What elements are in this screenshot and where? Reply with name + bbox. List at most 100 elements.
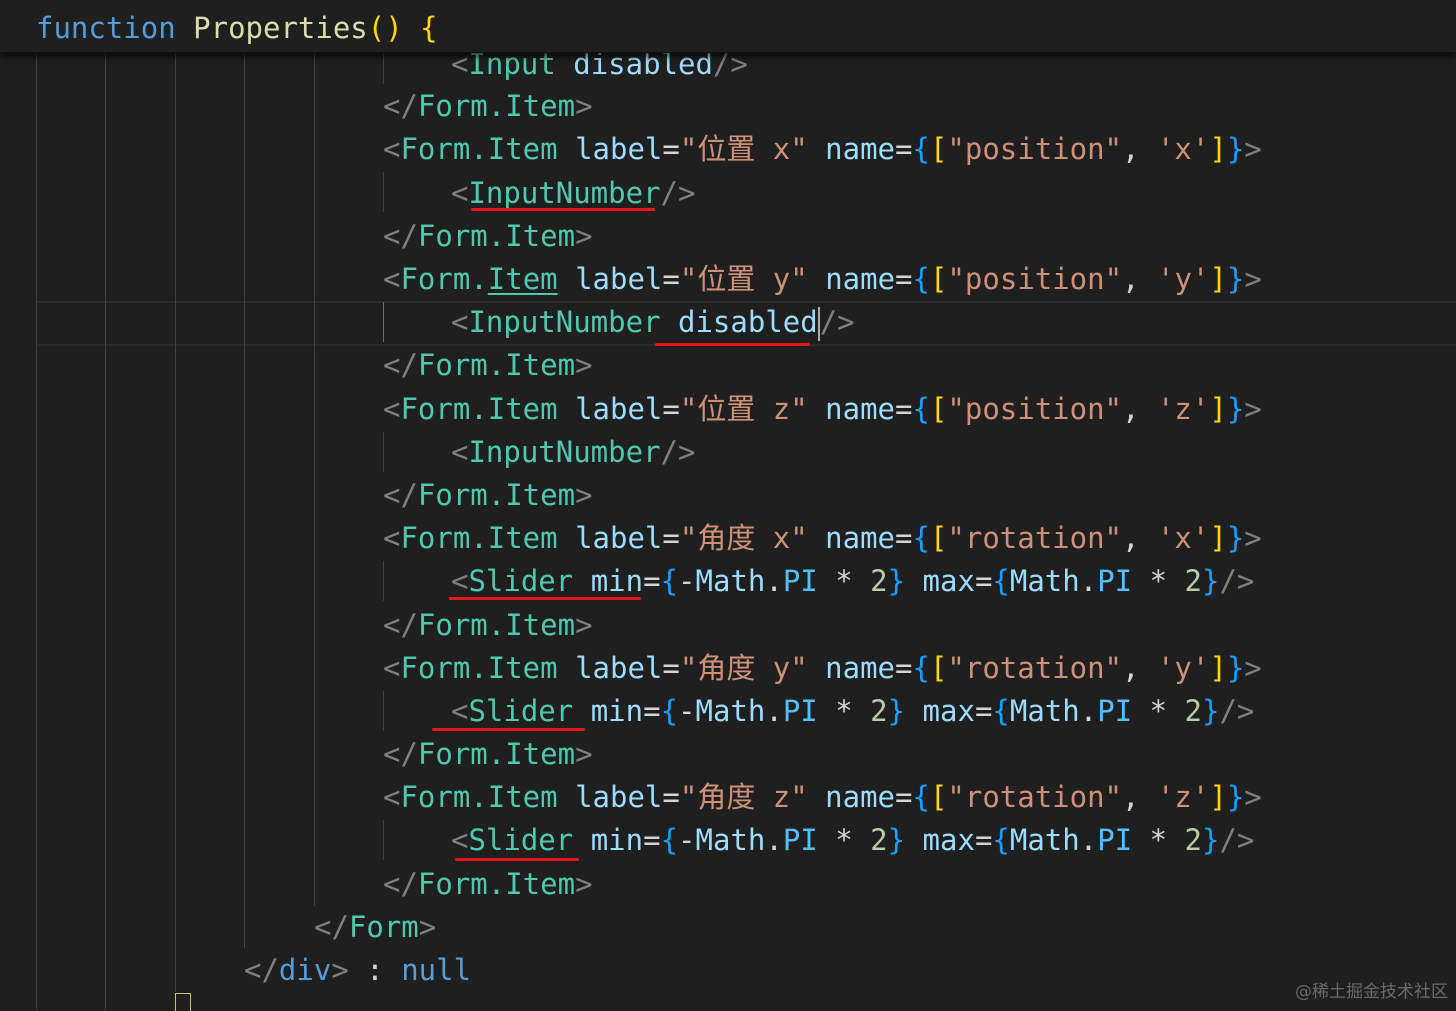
code-token: label	[575, 262, 663, 296]
code-token: name	[825, 651, 896, 685]
code-token: >	[575, 737, 593, 771]
code-token: -	[678, 564, 696, 598]
code-token: ]	[1209, 262, 1227, 296]
code-token: Math	[695, 694, 766, 728]
code-token: Form.Item	[417, 608, 576, 642]
code-token: name	[825, 262, 896, 296]
code-token: PI	[1097, 564, 1133, 598]
code-token: {	[912, 780, 930, 814]
code-token: <	[451, 823, 469, 857]
code-token: {	[992, 694, 1010, 728]
annotation-underline	[455, 858, 579, 861]
code-token: .	[1079, 694, 1098, 728]
code-token: PI	[782, 564, 818, 598]
code-line[interactable]: </Form.Item>	[383, 216, 593, 256]
code-token: name	[825, 132, 896, 166]
code-line[interactable]: </Form.Item>	[383, 475, 593, 515]
annotation-underline	[432, 728, 585, 731]
code-token: Math	[695, 564, 766, 598]
code-token: Form.Item	[417, 348, 576, 382]
item-link[interactable]: Item	[488, 262, 558, 296]
code-token: .	[1079, 564, 1098, 598]
code-token: <	[383, 780, 401, 814]
code-token: min	[590, 823, 644, 857]
code-line[interactable]: </div> : null	[244, 950, 471, 990]
code-token: "位置 z"	[679, 392, 808, 426]
code-line[interactable]: <Form.Item label="位置 y" name={["position…	[383, 259, 1262, 299]
code-token: </	[383, 89, 418, 123]
code-token: >	[575, 348, 593, 382]
sticky-scroll-header[interactable]: function Properties() {	[0, 0, 1456, 53]
code-line[interactable]: <Slider min={-Math.PI * 2} max={Math.PI …	[451, 561, 1254, 601]
annotation-underline	[471, 208, 655, 211]
code-token: "position"	[947, 392, 1123, 426]
code-token: InputNumber	[468, 435, 661, 469]
code-token: />	[1219, 564, 1255, 598]
code-token: =	[895, 392, 913, 426]
code-token: [	[929, 651, 948, 685]
code-token: </	[314, 910, 349, 944]
code-token: "position"	[947, 132, 1123, 166]
code-token: =	[643, 564, 661, 598]
code-editor[interactable]: function Properties() { <Input disabled/…	[0, 0, 1456, 1011]
code-token: PI	[1097, 823, 1133, 857]
code-line[interactable]: <Slider min={-Math.PI * 2} max={Math.PI …	[451, 820, 1254, 860]
code-token: 'y'	[1156, 651, 1210, 685]
code-line-current[interactable]: <InputNumber disabled/>	[451, 302, 855, 342]
code-token: 2	[1184, 694, 1202, 728]
code-token: Slider	[468, 564, 574, 598]
code-line[interactable]: <Form.Item label="角度 x" name={["rotation…	[383, 518, 1262, 558]
code-line[interactable]: <Form.Item label="角度 z" name={["rotation…	[383, 777, 1262, 817]
function-signature-line: function Properties() {	[36, 8, 438, 48]
code-line[interactable]: </Form.Item>	[383, 864, 593, 904]
code-token: {	[660, 564, 679, 598]
code-token: />	[660, 435, 696, 469]
code-line[interactable]: <InputNumber/>	[451, 432, 695, 472]
code-token: }	[887, 694, 906, 728]
code-token: "角度 x"	[679, 521, 808, 555]
code-token: ]	[1209, 392, 1227, 426]
code-token: >	[1244, 392, 1262, 426]
code-token: max	[922, 564, 975, 598]
code-line[interactable]: </Form.Item>	[383, 605, 593, 645]
code-token: <	[383, 262, 401, 296]
code-token: Form.Item	[400, 132, 558, 166]
code-token: "rotation"	[947, 651, 1123, 685]
code-token: *	[1149, 564, 1168, 598]
code-token: {	[992, 823, 1010, 857]
code-token: >	[1244, 521, 1262, 555]
code-token: -	[678, 823, 696, 857]
code-token: >	[1244, 780, 1262, 814]
code-line[interactable]: </Form.Item>	[383, 345, 593, 385]
code-token: />	[819, 305, 855, 339]
code-token: ,	[1122, 262, 1140, 296]
code-token: PI	[1097, 694, 1133, 728]
indent-guide	[383, 561, 384, 601]
code-token: }	[1201, 694, 1220, 728]
code-token: >	[331, 953, 349, 987]
code-token: *	[835, 694, 853, 728]
code-token: label	[575, 392, 663, 426]
code-token: =	[662, 392, 680, 426]
code-token: >	[1244, 651, 1262, 685]
code-token: =	[643, 694, 661, 728]
code-line[interactable]: <InputNumber/>	[451, 173, 695, 213]
code-token: <	[383, 392, 401, 426]
code-token: >	[1244, 262, 1262, 296]
code-line[interactable]: </Form.Item>	[383, 86, 593, 126]
code-token: .	[765, 564, 783, 598]
code-token: label	[575, 651, 663, 685]
code-token: >	[575, 608, 593, 642]
code-token: =	[974, 564, 993, 598]
code-line[interactable]: <Form.Item label="位置 x" name={["position…	[383, 129, 1262, 169]
code-line[interactable]: </Form.Item>	[383, 734, 593, 774]
code-token: <	[383, 651, 401, 685]
code-token: Form.Item	[400, 521, 558, 555]
code-line[interactable]: <Slider min={-Math.PI * 2} max={Math.PI …	[451, 691, 1254, 731]
code-line[interactable]: </Form>	[314, 907, 436, 947]
code-line[interactable]: <Form.Item label="位置 z" name={["position…	[383, 389, 1262, 429]
code-token: =	[662, 132, 680, 166]
code-token: Slider	[468, 823, 574, 857]
code-token: .	[765, 694, 783, 728]
code-line[interactable]: <Form.Item label="角度 y" name={["rotation…	[383, 648, 1262, 688]
